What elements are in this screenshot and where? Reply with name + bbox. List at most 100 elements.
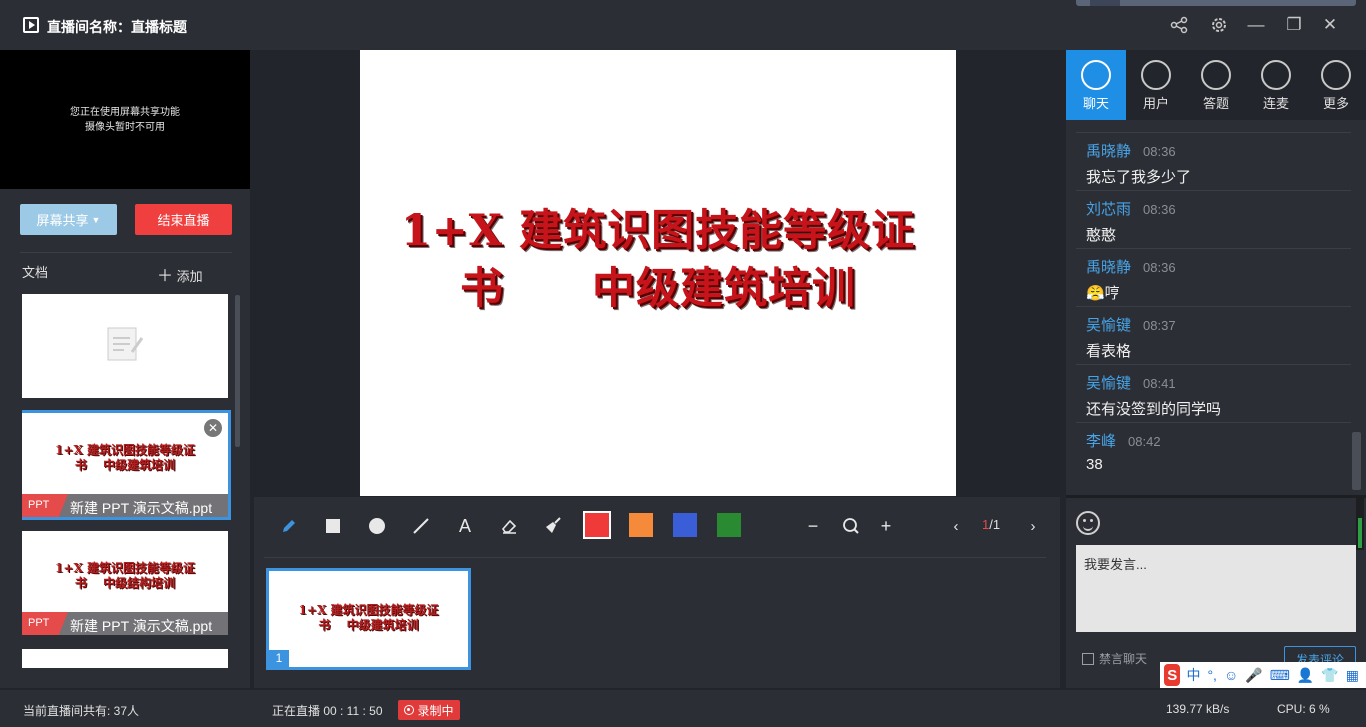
next-page-icon[interactable]: › <box>1020 513 1046 539</box>
circle-icon[interactable] <box>364 513 390 539</box>
prev-page-icon[interactable]: ‹ <box>943 513 969 539</box>
color-green[interactable] <box>717 513 741 537</box>
ime-lang[interactable]: 中 <box>1186 665 1200 685</box>
docs-label: 文档 <box>22 265 49 280</box>
share-icon[interactable] <box>1166 12 1192 38</box>
slide-canvas[interactable]: 1+X 建筑识图技能等级证 书 中级建筑培训 <box>360 50 956 496</box>
chat-text: 😤哼 <box>1086 285 1120 302</box>
tab-label: 用户 <box>1142 96 1169 111</box>
doc-line-1: 1+X 建筑识图技能等级证 <box>55 443 195 457</box>
whiteboard-toolbar: A − + ‹ 1/1 › 1+X 建筑识图技能等级证 书 中级建筑培训 1 <box>254 497 1060 688</box>
zoom-icon[interactable] <box>838 513 864 539</box>
ime-toolbar: S 中 °, ☺ 🎤 ⌨ 👤 👕 ▦ <box>1160 662 1366 688</box>
tab-mic[interactable]: 连麦 <box>1246 50 1306 120</box>
doc-item[interactable] <box>22 294 228 398</box>
chat-time: 08:36 <box>1143 260 1176 275</box>
chat-user[interactable]: 吴愉键 <box>1086 317 1131 334</box>
camera-preview: 您正在使用屏幕共享功能 摄像头暂时不可用 <box>0 50 250 189</box>
tab-bar: 聊天 用户 答题 连麦 更多 <box>1066 50 1366 120</box>
chat-message: 刘芯雨 08:36 憨憨 <box>1076 190 1351 248</box>
slide-line-1: 1+X 建筑识图技能等级证 <box>400 206 916 256</box>
keyboard-icon[interactable]: ⌨ <box>1270 667 1290 684</box>
slide-thumbnail[interactable]: 1+X 建筑识图技能等级证 书 中级建筑培训 1 <box>266 568 471 670</box>
color-blue[interactable] <box>673 513 697 537</box>
chat-text: 38 <box>1086 456 1103 473</box>
chat-user[interactable]: 刘芯雨 <box>1086 201 1131 218</box>
comment-input[interactable]: 我要发言... <box>1076 545 1356 632</box>
recording-badge[interactable]: 录制中 <box>398 700 460 720</box>
line-icon[interactable] <box>408 513 434 539</box>
chat-time: 08:42 <box>1128 434 1161 449</box>
screen-share-label: 屏幕共享 <box>36 213 89 228</box>
tab-users[interactable]: 用户 <box>1126 50 1186 120</box>
thumb-line-1: 1+X 建筑识图技能等级证 <box>298 603 439 617</box>
document-icon <box>107 327 144 361</box>
chat-scrollbar[interactable] <box>1352 432 1361 490</box>
record-icon <box>404 705 415 715</box>
chat-user[interactable]: 李峰 <box>1086 433 1116 450</box>
chat-text: 我忘了我多少了 <box>1086 169 1192 186</box>
chat-user[interactable]: 禹晓静 <box>1086 259 1131 276</box>
doc-item[interactable] <box>22 649 228 668</box>
menu-icon <box>1321 60 1351 90</box>
add-doc-button[interactable]: ＋ 添加 <box>157 262 203 286</box>
eraser-icon[interactable] <box>496 513 522 539</box>
color-red[interactable] <box>583 511 611 539</box>
end-live-button[interactable]: 结束直播 <box>135 204 232 235</box>
shirt-icon[interactable]: 👕 <box>1321 667 1338 684</box>
add-doc-label: 添加 <box>176 269 203 284</box>
window-title: 直播间名称：直播标题 <box>47 19 187 35</box>
doc-name: 新建 PPT 演示文稿.ppt <box>70 500 213 516</box>
screen-share-button[interactable]: 屏幕共享 ▼ <box>20 204 117 235</box>
microphone-icon <box>1261 60 1291 90</box>
color-orange[interactable] <box>629 513 653 537</box>
recording-label: 录制中 <box>417 703 454 718</box>
doc-item[interactable]: 1+X 建筑识图技能等级证 书 中级结构培训 PPT 新建 PPT 演示文稿.p… <box>22 531 228 635</box>
tab-quiz[interactable]: 答题 <box>1186 50 1246 120</box>
divider <box>1066 495 1366 498</box>
tab-more[interactable]: 更多 <box>1306 50 1366 120</box>
clear-brush-icon[interactable] <box>540 513 566 539</box>
tab-label: 更多 <box>1322 96 1349 111</box>
tab-chat[interactable]: 聊天 <box>1066 50 1126 120</box>
doc-thumbnail-text: 1+X 建筑识图技能等级证 书 中级结构培训 <box>22 561 228 591</box>
close-button[interactable]: ✕ <box>1317 12 1343 38</box>
ppt-badge: PPT <box>22 612 68 635</box>
pencil-icon <box>1201 60 1231 90</box>
users-icon <box>1141 60 1171 90</box>
zoom-in-icon[interactable]: + <box>873 513 899 539</box>
user-icon[interactable]: 👤 <box>1297 667 1314 684</box>
smile-icon[interactable]: ☺ <box>1224 667 1238 683</box>
tab-label: 聊天 <box>1082 96 1109 111</box>
center-panel: 1+X 建筑识图技能等级证 书 中级建筑培训 A − + ‹ 1/1 › 1+X… <box>250 50 1064 688</box>
cpu-usage: CPU: 6 % <box>1277 702 1330 716</box>
doc-line-2: 书 中级建筑培训 <box>74 458 176 472</box>
zoom-out-icon[interactable]: − <box>800 513 826 539</box>
chat-user[interactable]: 吴愉键 <box>1086 375 1131 392</box>
gear-icon[interactable] <box>1206 12 1232 38</box>
left-panel: 您正在使用屏幕共享功能 摄像头暂时不可用 屏幕共享 ▼ 结束直播 文档 ＋ 添加… <box>0 50 250 688</box>
mute-label: 禁言聊天 <box>1099 652 1148 666</box>
ime-punct[interactable]: °, <box>1207 667 1217 683</box>
chat-time: 08:36 <box>1143 202 1176 217</box>
sogou-logo-icon[interactable]: S <box>1164 664 1181 686</box>
doc-line-1: 1+X 建筑识图技能等级证 <box>55 561 195 575</box>
close-icon[interactable]: ✕ <box>204 419 222 437</box>
text-icon[interactable]: A <box>452 513 478 539</box>
mute-chat-toggle[interactable]: 禁言聊天 <box>1082 650 1147 667</box>
chat-list: 禹晓静 08:36 我忘了我多少了 刘芯雨 08:36 憨憨 禹晓静 08:36 😤哼… <box>1076 132 1351 482</box>
top-strip <box>1076 0 1356 6</box>
doc-item[interactable]: 1+X 建筑识图技能等级证 书 中级建筑培训 ✕ PPT 新建 PPT 演示文稿… <box>22 410 231 520</box>
doc-list-scrollbar[interactable] <box>235 295 240 447</box>
emoji-icon[interactable] <box>1076 511 1100 535</box>
rectangle-icon[interactable] <box>320 513 346 539</box>
restore-button[interactable]: ❐ <box>1281 12 1307 38</box>
grid-icon[interactable]: ▦ <box>1346 667 1359 684</box>
chat-user[interactable]: 禹晓静 <box>1086 143 1131 160</box>
right-panel: 聊天 用户 答题 连麦 更多 禹晓静 08:36 我忘了我多少了 刘芯雨 08:36… <box>1066 50 1366 688</box>
microphone-icon[interactable]: 🎤 <box>1245 667 1262 684</box>
pen-icon[interactable] <box>276 513 302 539</box>
checkbox[interactable] <box>1082 652 1094 665</box>
plus-icon: ＋ <box>157 268 174 285</box>
minimize-button[interactable]: — <box>1243 12 1269 38</box>
